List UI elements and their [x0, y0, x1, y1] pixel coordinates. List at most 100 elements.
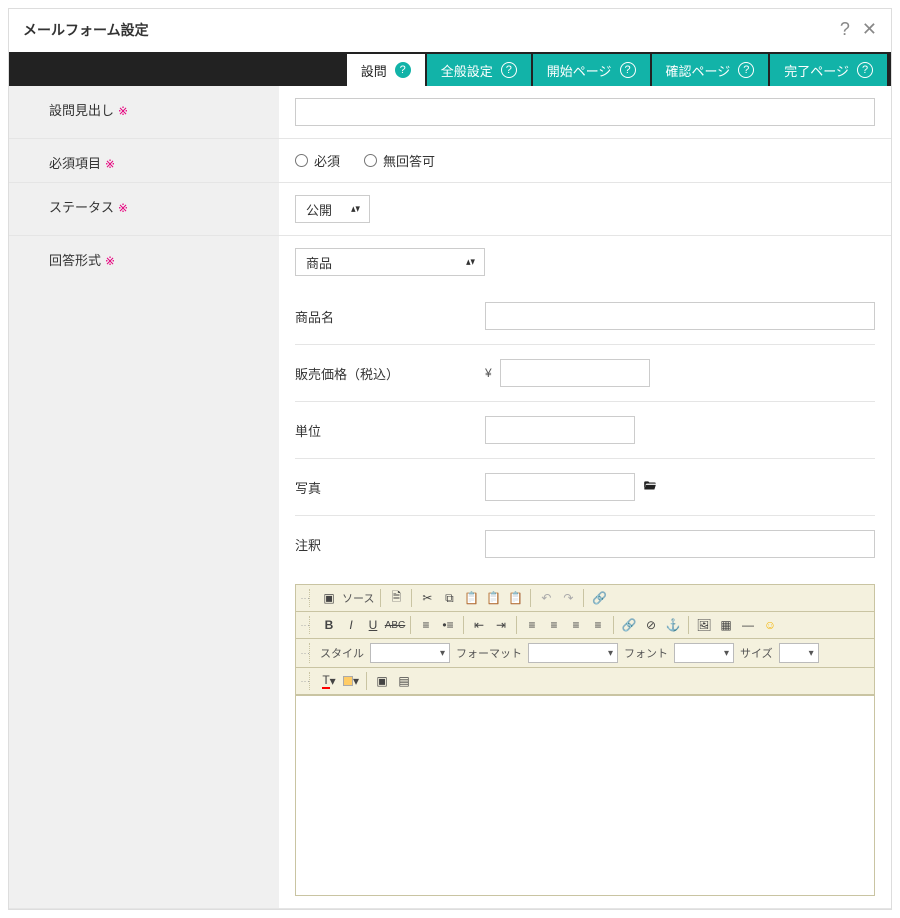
close-icon[interactable]: ✕: [862, 19, 877, 40]
tab-bar: 設問 ? 全般設定 ? 開始ページ ? 確認ページ ? 完了ページ ?: [9, 52, 891, 86]
label-text: 設問見出し: [49, 103, 114, 118]
size-label: サイズ: [740, 645, 773, 661]
folder-open-icon[interactable]: [643, 477, 657, 498]
help-icon[interactable]: ?: [395, 62, 411, 78]
align-right-icon[interactable]: ≡: [567, 616, 585, 634]
help-icon[interactable]: ?: [840, 19, 850, 40]
product-unit-input[interactable]: [485, 416, 635, 444]
editor-toolbar-row-2: ⋮ B I U ABC ≡ •≡ ⇤ ⇥: [296, 612, 874, 639]
align-justify-icon[interactable]: ≡: [589, 616, 607, 634]
format-label: フォーマット: [456, 645, 522, 661]
row-status: ステータス※ 公開 ▴▾: [9, 183, 891, 236]
rich-text-editor: ⋮ ▣ ソース 🗎 ✂ ⧉ 📋 📋 📋: [295, 584, 875, 896]
bg-color-icon[interactable]: ▾: [342, 672, 360, 690]
bold-icon[interactable]: B: [320, 616, 338, 634]
style-select[interactable]: ▾: [370, 643, 450, 663]
undo-icon[interactable]: ↶: [537, 589, 555, 607]
drag-handle-icon[interactable]: ⋮: [302, 616, 310, 634]
radio-required[interactable]: 必須: [295, 151, 340, 170]
help-icon[interactable]: ?: [857, 62, 873, 78]
italic-icon[interactable]: I: [342, 616, 360, 634]
modal-title: メールフォーム設定: [23, 20, 828, 40]
text-color-icon[interactable]: T▾: [320, 672, 338, 690]
editor-body[interactable]: [296, 695, 874, 895]
show-blocks-icon[interactable]: ▤: [395, 672, 413, 690]
help-icon[interactable]: ?: [620, 62, 636, 78]
product-price-row: 販売価格（税込） ¥: [295, 344, 875, 401]
align-center-icon[interactable]: ≡: [545, 616, 563, 634]
radio-optional[interactable]: 無回答可: [364, 151, 435, 170]
product-note-row: 注釈: [295, 515, 875, 572]
tab-complete-page[interactable]: 完了ページ ?: [770, 54, 887, 86]
font-label: フォント: [624, 645, 668, 661]
underline-icon[interactable]: U: [364, 616, 382, 634]
heading-input[interactable]: [295, 98, 875, 126]
tab-confirm-page[interactable]: 確認ページ ?: [652, 54, 769, 86]
anchor-icon[interactable]: ⚓: [664, 616, 682, 634]
style-label: スタイル: [320, 645, 364, 661]
strike-icon[interactable]: ABC: [386, 616, 404, 634]
drag-handle-icon[interactable]: ⋮: [302, 589, 310, 607]
hyperlink-icon[interactable]: 🔗: [620, 616, 638, 634]
indent-icon[interactable]: ⇥: [492, 616, 510, 634]
redo-icon[interactable]: ↷: [559, 589, 577, 607]
tab-label: 全般設定: [441, 61, 493, 80]
tab-question[interactable]: 設問 ?: [347, 54, 425, 86]
source-icon[interactable]: ▣: [320, 589, 338, 607]
cut-icon[interactable]: ✂: [418, 589, 436, 607]
link-icon[interactable]: 🔗: [590, 589, 608, 607]
hr-icon[interactable]: —: [739, 616, 757, 634]
label-text: 必須項目: [49, 156, 101, 171]
chevron-updown-icon: ▴▾: [466, 257, 475, 268]
label-text: 写真: [295, 478, 485, 497]
drag-handle-icon[interactable]: ⋮: [302, 672, 310, 690]
product-note-input[interactable]: [485, 530, 875, 558]
copy-icon[interactable]: ⧉: [440, 589, 458, 607]
tab-label: 開始ページ: [547, 61, 612, 80]
source-label[interactable]: ソース: [342, 590, 374, 606]
size-select[interactable]: ▾: [779, 643, 819, 663]
unordered-list-icon[interactable]: •≡: [439, 616, 457, 634]
modal-header: メールフォーム設定 ? ✕: [9, 9, 891, 52]
editor-toolbar-row-1: ⋮ ▣ ソース 🗎 ✂ ⧉ 📋 📋 📋: [296, 585, 874, 612]
product-photo-input[interactable]: [485, 473, 635, 501]
status-select[interactable]: 公開 ▴▾: [295, 195, 370, 223]
new-page-icon[interactable]: 🗎: [387, 589, 405, 607]
format-select[interactable]: ▾: [528, 643, 618, 663]
editor-toolbar-row-4: ⋮ T▾ ▾ ▣ ▤: [296, 668, 874, 695]
maximize-icon[interactable]: ▣: [373, 672, 391, 690]
outdent-icon[interactable]: ⇤: [470, 616, 488, 634]
label-text: 単位: [295, 421, 485, 440]
answer-format-select[interactable]: 商品 ▴▾: [295, 248, 485, 276]
tab-start-page[interactable]: 開始ページ ?: [533, 54, 650, 86]
product-name-row: 商品名: [295, 288, 875, 344]
label-text: ステータス: [49, 200, 114, 215]
image-icon[interactable]: 🖼: [695, 616, 713, 634]
row-heading: 設問見出し※: [9, 86, 891, 139]
paste-text-icon[interactable]: 📋: [484, 589, 502, 607]
product-name-input[interactable]: [485, 302, 875, 330]
tab-general[interactable]: 全般設定 ?: [427, 54, 531, 86]
product-price-input[interactable]: [500, 359, 650, 387]
help-icon[interactable]: ?: [738, 62, 754, 78]
paste-word-icon[interactable]: 📋: [506, 589, 524, 607]
required-mark: ※: [105, 157, 115, 171]
ordered-list-icon[interactable]: ≡: [417, 616, 435, 634]
label-text: 回答形式: [49, 253, 101, 268]
unlink-icon[interactable]: ⊘: [642, 616, 660, 634]
smiley-icon[interactable]: ☺: [761, 616, 779, 634]
table-icon[interactable]: ▦: [717, 616, 735, 634]
align-left-icon[interactable]: ≡: [523, 616, 541, 634]
tab-label: 設問: [361, 61, 387, 80]
label-text: 商品名: [295, 307, 485, 326]
help-icon[interactable]: ?: [501, 62, 517, 78]
font-select[interactable]: ▾: [674, 643, 734, 663]
drag-handle-icon[interactable]: ⋮: [302, 643, 310, 663]
row-answer-format: 回答形式 ※ 商品 ▴▾ 商品名 販売価格（税込） ¥: [9, 236, 891, 909]
modal: メールフォーム設定 ? ✕ 設問 ? 全般設定 ? 開始ページ ? 確認ページ …: [8, 8, 892, 910]
paste-icon[interactable]: 📋: [462, 589, 480, 607]
yen-symbol: ¥: [485, 366, 492, 380]
required-mark: ※: [105, 254, 115, 268]
product-unit-row: 単位: [295, 401, 875, 458]
row-required: 必須項目 ※ 必須 無回答可: [9, 139, 891, 183]
